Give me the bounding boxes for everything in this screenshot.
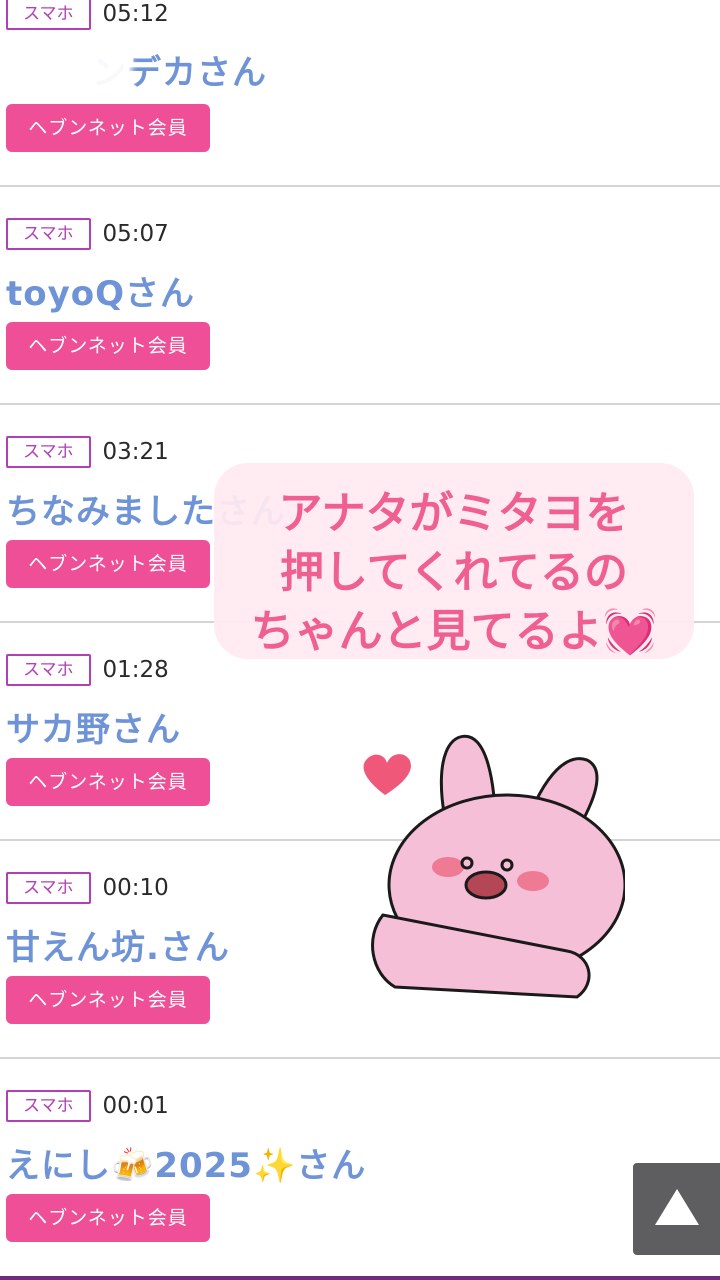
list-item: スマホ 05:07 toyoQさん ヘブンネット会員 xyxy=(0,187,720,405)
scroll-to-top-button[interactable] xyxy=(633,1163,720,1255)
visit-time: 03:21 xyxy=(102,439,169,465)
meta-row: スマホ 03:21 xyxy=(6,436,169,468)
triangle-up-icon xyxy=(655,1189,699,1225)
caption-line-2: 押してくれてるの xyxy=(279,547,629,598)
visit-time: 05:12 xyxy=(102,1,169,27)
visit-time: 05:07 xyxy=(102,221,169,247)
heart-icon xyxy=(363,754,411,795)
member-button[interactable]: ヘブンネット会員 xyxy=(6,104,210,152)
meta-row: スマホ 01:28 xyxy=(6,654,169,686)
visit-time: 00:01 xyxy=(102,1093,169,1119)
device-badge: スマホ xyxy=(6,0,91,30)
device-badge: スマホ xyxy=(6,218,91,250)
caption-line-1: アナタがミタヨを xyxy=(278,488,630,539)
member-button[interactable]: ヘブンネット会員 xyxy=(6,758,210,806)
member-button[interactable]: ヘブンネット会員 xyxy=(6,540,210,588)
caption-line-3-text: ちゃんと見てるよ xyxy=(250,606,603,657)
list-item: スマホ 05:12 ンデカさん ヘブンネット会員 xyxy=(0,0,720,187)
device-badge: スマホ xyxy=(6,654,91,686)
device-badge: スマホ xyxy=(6,436,91,468)
list-item: スマホ 00:01 えにし🍻2025✨さん ヘブンネット会員 xyxy=(0,1059,720,1277)
member-button[interactable]: ヘブンネット会員 xyxy=(6,1194,210,1242)
visitor-name[interactable]: toyoQさん xyxy=(6,266,195,315)
bottom-divider xyxy=(0,1276,720,1280)
device-badge: スマホ xyxy=(6,1090,91,1122)
rabbit-sticker xyxy=(363,734,625,999)
member-button[interactable]: ヘブンネット会員 xyxy=(6,322,210,370)
visit-time: 01:28 xyxy=(102,657,169,683)
blurred-name-part xyxy=(14,44,132,90)
member-button[interactable]: ヘブンネット会員 xyxy=(6,976,210,1024)
visit-time: 00:10 xyxy=(102,875,169,901)
visitor-name[interactable]: えにし🍻2025✨さん xyxy=(6,1138,366,1187)
caption-line-3: ちゃんと見てるよ💓 xyxy=(214,595,694,659)
visitor-name[interactable]: 甘えん坊.さん xyxy=(6,920,230,969)
caption-overlay: アナタがミタヨを 押してくれてるの ちゃんと見てるよ💓 xyxy=(214,463,694,659)
visitor-name[interactable]: サカ野さん xyxy=(6,702,181,751)
meta-row: スマホ 00:01 xyxy=(6,1090,169,1122)
heart-icon: 💓 xyxy=(602,606,658,657)
meta-row: スマホ 05:07 xyxy=(6,218,169,250)
device-badge: スマホ xyxy=(6,872,91,904)
meta-row: スマホ 00:10 xyxy=(6,872,169,904)
meta-row: スマホ 05:12 xyxy=(6,0,169,30)
